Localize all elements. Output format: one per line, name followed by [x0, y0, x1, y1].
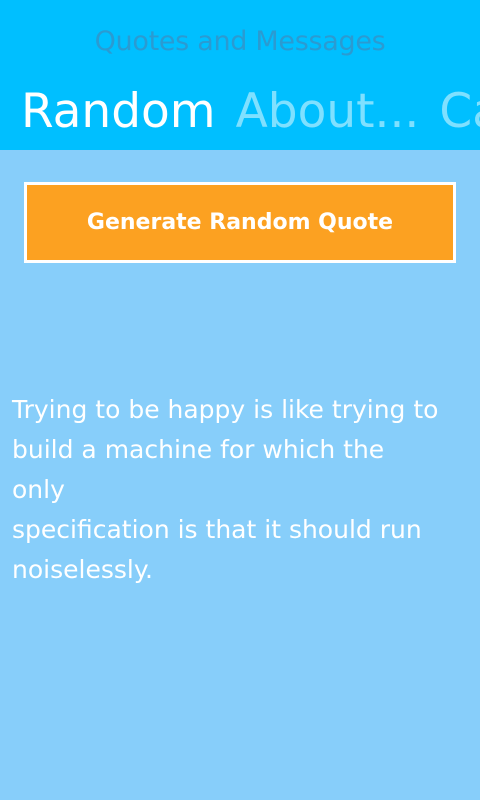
quote-text: Trying to be happy is like trying to bui…	[12, 390, 472, 590]
generate-random-quote-button[interactable]: Generate Random Quote	[24, 182, 456, 263]
quote-line: specification is that it should run	[12, 515, 422, 544]
pivot-tab-categories[interactable]: Cat	[439, 82, 480, 142]
quote-line: build a machine for which the	[12, 435, 385, 464]
quote-line: noiselessly.	[12, 555, 153, 584]
pivot-tab-random[interactable]: Random	[21, 82, 216, 142]
quote-line: Trying to be happy is like trying to	[12, 395, 439, 424]
app-title: Quotes and Messages	[94, 26, 386, 57]
app-header: Quotes and Messages Random About... Cat	[0, 0, 480, 150]
pivot-header: Random About... Cat	[21, 82, 480, 142]
quote-line: only	[12, 475, 65, 504]
pivot-tab-about[interactable]: About...	[236, 82, 420, 142]
